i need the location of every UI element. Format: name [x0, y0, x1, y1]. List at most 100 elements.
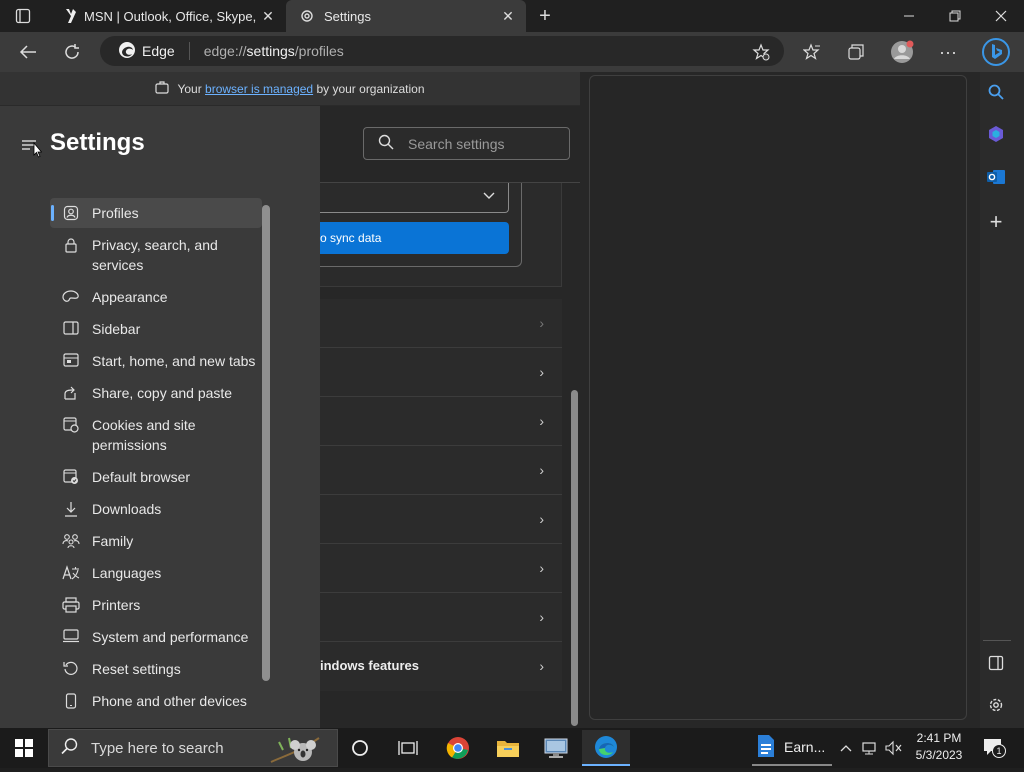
nav-item-family[interactable]: Family	[50, 531, 262, 551]
managed-text-after: by your organization	[316, 81, 425, 96]
gear-favicon-icon	[294, 8, 320, 24]
chevron-right-icon: ›	[539, 609, 544, 625]
tab-title: Settings	[324, 8, 371, 24]
notifications-icon[interactable]: 1	[982, 736, 1006, 760]
search-icon	[378, 134, 394, 153]
page-title: Settings	[50, 129, 145, 156]
taskbar-search-input[interactable]: Type here to search	[48, 729, 338, 767]
menu-scrollbar[interactable]	[262, 205, 270, 681]
copilot-icon[interactable]	[984, 122, 1008, 146]
minimize-icon[interactable]	[886, 0, 932, 32]
nav-item-languages[interactable]: Languages	[50, 563, 262, 583]
volume-muted-icon[interactable]	[884, 736, 904, 760]
tab-actions-icon[interactable]	[12, 6, 34, 26]
sidebar-icon	[50, 319, 92, 335]
tab-settings[interactable]: Settings ✕	[286, 0, 526, 32]
outlook-icon[interactable]	[984, 165, 1008, 189]
divider	[983, 640, 1011, 641]
restore-icon[interactable]	[932, 0, 978, 32]
nav-item-appearance[interactable]: Appearance	[50, 287, 262, 307]
nav-item-phone[interactable]: Phone and other devices	[50, 691, 262, 711]
url-text: edge://settings/profiles	[190, 43, 344, 59]
clock-date: 5/3/2023	[915, 748, 963, 762]
close-tab-icon[interactable]: ✕	[260, 8, 276, 24]
printer-icon	[50, 595, 92, 613]
profile-avatar-icon[interactable]	[885, 35, 919, 69]
tab-msn[interactable]: MSN | Outlook, Office, Skype, Bing ✕	[48, 0, 286, 32]
windows-start-icon[interactable]	[0, 728, 48, 768]
favorites-icon[interactable]	[795, 35, 829, 69]
settings-row[interactable]: ›	[320, 495, 562, 544]
nav-item-sidebar[interactable]: Sidebar	[50, 319, 262, 339]
task-view-icon[interactable]	[384, 730, 432, 766]
notification-badge: 1	[992, 744, 1006, 758]
menu-icon[interactable]	[14, 133, 44, 159]
appearance-icon	[50, 287, 92, 305]
clock-time: 2:41 PM	[916, 731, 962, 745]
briefcase-icon	[155, 80, 170, 97]
nav-item-cookies[interactable]: Cookies and site permissions	[50, 415, 262, 455]
close-tab-icon[interactable]: ✕	[500, 8, 516, 24]
nav-item-start-home[interactable]: Start, home, and new tabs	[50, 351, 262, 371]
url-host: settings	[246, 43, 295, 59]
settings-row[interactable]: ›	[320, 544, 562, 593]
profile-dropdown[interactable]	[320, 183, 509, 213]
bing-chat-icon[interactable]	[979, 35, 1013, 69]
msn-favicon-icon	[58, 8, 84, 24]
search-icon[interactable]	[984, 80, 1008, 104]
cortana-icon[interactable]	[336, 730, 384, 766]
address-bar[interactable]: Edge edge://settings/profiles	[100, 36, 784, 66]
add-favorite-icon[interactable]	[744, 35, 778, 69]
nav-label: Reset settings	[92, 661, 181, 677]
nav-item-printers[interactable]: Printers	[50, 595, 262, 615]
show-hidden-icons-icon[interactable]	[836, 736, 856, 760]
browser-managed-link[interactable]: browser is managed	[205, 82, 313, 96]
file-explorer-icon[interactable]	[484, 730, 532, 766]
refresh-icon[interactable]	[55, 35, 89, 69]
sidebar-settings-icon[interactable]	[984, 693, 1008, 717]
home-tabs-icon	[50, 351, 92, 367]
more-options-icon[interactable]: ···	[931, 35, 965, 69]
chrome-icon[interactable]	[434, 730, 482, 766]
nav-label: Family	[92, 533, 134, 549]
sync-data-button[interactable]: o sync data	[320, 222, 509, 254]
earn-label: Earn...	[784, 739, 826, 755]
network-icon[interactable]	[860, 736, 880, 760]
settings-row[interactable]: ›	[320, 593, 562, 642]
search-settings-input[interactable]: Search settings	[363, 127, 570, 160]
nav-label: Privacy, search, and services	[92, 237, 218, 273]
chevron-right-icon: ›	[539, 315, 544, 331]
settings-row[interactable]: ›	[320, 446, 562, 495]
nav-item-default-browser[interactable]: Default browser	[50, 467, 262, 487]
edge-taskbar-icon[interactable]	[582, 730, 630, 766]
earn-taskbar-item[interactable]: Earn...	[752, 730, 832, 766]
back-icon[interactable]	[11, 35, 45, 69]
system-clock[interactable]: 2:41 PM 5/3/2023	[906, 730, 972, 766]
nav-label: Appearance	[92, 289, 168, 305]
nav-item-system[interactable]: System and performance	[50, 627, 262, 647]
content-scrollbar[interactable]	[571, 390, 578, 726]
close-window-icon[interactable]	[978, 0, 1024, 32]
remote-desktop-icon[interactable]	[532, 730, 580, 766]
settings-row[interactable]: ›	[320, 348, 562, 397]
nav-item-downloads[interactable]: Downloads	[50, 499, 262, 519]
nav-item-profiles[interactable]: Profiles	[50, 198, 262, 228]
settings-row[interactable]: ›	[320, 299, 562, 348]
add-icon[interactable]: +	[984, 209, 1008, 234]
chevron-right-icon: ›	[539, 413, 544, 429]
nav-label: Languages	[92, 565, 162, 581]
url-scheme: edge://	[203, 43, 247, 59]
settings-row[interactable]: ›	[320, 397, 562, 446]
settings-row-windows-features[interactable]: indows features ›	[320, 642, 562, 691]
collections-icon[interactable]	[839, 35, 873, 69]
languages-icon	[50, 563, 92, 581]
hide-sidebar-icon[interactable]	[984, 651, 1008, 675]
new-tab-icon[interactable]: +	[534, 5, 556, 27]
row-label: indows features	[320, 658, 419, 673]
nav-item-share[interactable]: Share, copy and paste	[50, 383, 262, 403]
nav-item-reset[interactable]: Reset settings	[50, 659, 262, 679]
taskbar-search-placeholder: Type here to search	[91, 739, 224, 757]
nav-item-privacy[interactable]: Privacy, search, and services	[50, 235, 262, 275]
chevron-right-icon: ›	[539, 511, 544, 527]
nav-label: Share, copy and paste	[92, 385, 233, 401]
